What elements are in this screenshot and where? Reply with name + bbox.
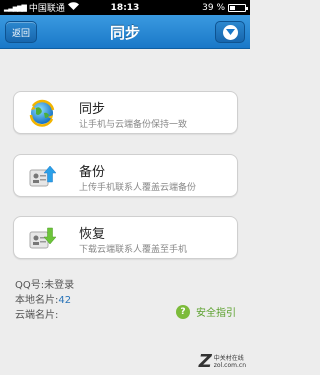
watermark: Z 中关村在线 zol.com.cn bbox=[199, 351, 246, 372]
page-title: 同步 bbox=[109, 23, 140, 42]
local-count: 42 bbox=[58, 295, 72, 306]
status-bar: ▂▃▅▆▇ 中国联通 18:13 39 % bbox=[0, 0, 250, 15]
watermark-text-bottom: zol.com.cn bbox=[213, 361, 246, 369]
qq-label: QQ号: bbox=[15, 280, 45, 291]
back-button[interactable]: 返回 bbox=[5, 21, 37, 43]
backup-title: 备份 bbox=[79, 165, 106, 180]
watermark-text-top: 中关村在线 bbox=[213, 354, 244, 362]
battery-percent: 39 % bbox=[202, 2, 225, 13]
backup-card[interactable]: 备份 上传手机联系人覆盖云端备份 bbox=[13, 154, 238, 197]
restore-card[interactable]: 恢复 下载云端联系人覆盖至手机 bbox=[13, 216, 238, 259]
nav-bar: 同步 返回 bbox=[0, 15, 250, 49]
security-guide-label: 安全指引 bbox=[196, 308, 236, 319]
backup-subtitle: 上传手机联系人覆盖云端备份 bbox=[79, 183, 197, 193]
sync-title: 同步 bbox=[79, 102, 106, 117]
menu-button[interactable] bbox=[215, 21, 245, 43]
restore-subtitle: 下载云端联系人覆盖至手机 bbox=[79, 245, 188, 255]
local-cards-row: 本地名片:42 bbox=[15, 291, 71, 306]
battery-icon bbox=[228, 3, 248, 12]
clock: 18:13 bbox=[110, 2, 140, 13]
restore-title: 恢复 bbox=[79, 227, 106, 242]
globe-sync-icon bbox=[28, 99, 56, 127]
qq-value: 未登录 bbox=[44, 280, 75, 291]
wifi-icon bbox=[67, 2, 79, 13]
sync-card[interactable]: 同步 让手机与云端备份保持一致 bbox=[13, 91, 238, 134]
upload-contact-icon bbox=[28, 162, 57, 190]
security-guide-link[interactable]: ? 安全指引 bbox=[176, 304, 236, 319]
cloud-cards-row: 云端名片: bbox=[15, 306, 58, 321]
chevron-down-circle-icon bbox=[222, 24, 238, 40]
download-contact-icon bbox=[28, 224, 57, 252]
signal-icon: ▂▃▅▆▇ bbox=[4, 3, 27, 12]
sync-subtitle: 让手机与云端备份保持一致 bbox=[79, 120, 188, 130]
qq-account-row: QQ号:未登录 bbox=[15, 276, 74, 291]
watermark-logo: Z bbox=[198, 351, 212, 372]
carrier-label: 中国联通 bbox=[28, 4, 65, 14]
cloud-label: 云端名片: bbox=[15, 310, 59, 321]
security-guide-icon: ? bbox=[176, 304, 190, 319]
local-label: 本地名片: bbox=[15, 295, 59, 306]
